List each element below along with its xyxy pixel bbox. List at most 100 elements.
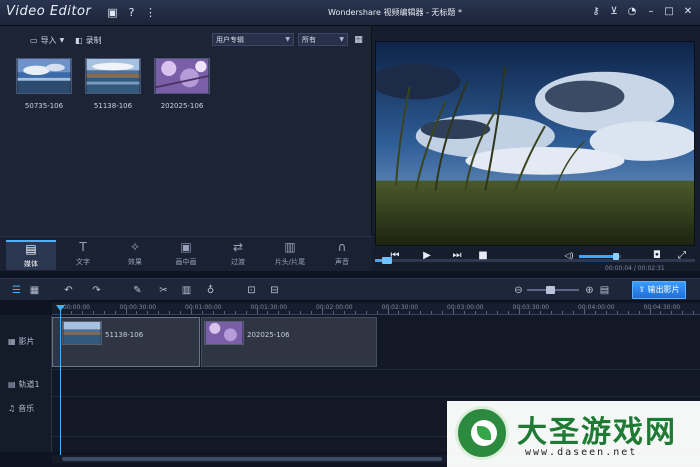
watermark-url: www.daseen.net xyxy=(525,447,638,458)
timeline-clip[interactable]: 51138-106 xyxy=(52,317,200,367)
zoom-handle[interactable] xyxy=(546,286,555,294)
volume-slider[interactable] xyxy=(579,253,621,260)
key-icon[interactable]: ⚷ xyxy=(590,6,602,18)
media-item-label: 51138-106 xyxy=(93,102,133,110)
zoom-slider[interactable] xyxy=(527,286,579,294)
volume-icon[interactable]: ◁) xyxy=(562,249,576,263)
playhead[interactable] xyxy=(60,308,61,458)
snapshot-icon[interactable]: ◘ xyxy=(650,249,664,263)
watermark: 大圣游戏网 www.daseen.net xyxy=(447,401,700,467)
ruler-tick xyxy=(169,311,171,314)
import-button[interactable]: ▭ 导入 ▼ xyxy=(30,35,64,46)
album-select[interactable]: 用户专辑 ▼ xyxy=(212,33,294,46)
next-frame-icon[interactable]: ⏭ xyxy=(450,249,464,263)
tab-text[interactable]: T 文字 xyxy=(58,240,108,270)
scrollbar-thumb[interactable] xyxy=(62,457,442,461)
filter-select[interactable]: 所有 ▼ xyxy=(298,33,348,46)
record-button[interactable]: ◧ 录制 xyxy=(75,35,102,46)
ruler-tick xyxy=(518,308,520,314)
ruler-tick xyxy=(474,311,476,314)
tab-label: 文字 xyxy=(76,258,90,266)
speed-icon[interactable]: ⊟ xyxy=(268,284,281,297)
ruler-tick xyxy=(81,311,83,314)
ruler-tick xyxy=(387,308,389,314)
overlay-lane[interactable] xyxy=(52,370,700,397)
help-icon[interactable]: ? xyxy=(125,6,138,19)
crop-icon[interactable]: ⊡ xyxy=(245,284,258,297)
menu-icon[interactable]: ⋮ xyxy=(144,6,157,19)
preview-video[interactable] xyxy=(375,41,695,246)
timecode: 00:00:04 / 00:02:31 xyxy=(605,265,665,272)
clip-thumbnail xyxy=(62,321,102,345)
ruler-tick xyxy=(234,311,236,314)
chat-icon[interactable]: ◔ xyxy=(626,6,638,18)
save-icon[interactable]: ▣ xyxy=(106,6,119,19)
microphone-icon[interactable]: ♁ xyxy=(204,284,217,297)
ruler-tick xyxy=(627,311,629,314)
delete-icon[interactable]: ▥ xyxy=(180,284,193,297)
close-icon[interactable]: ✕ xyxy=(682,6,694,18)
filter-select-value: 所有 xyxy=(302,36,316,44)
media-item[interactable]: 51138-106 xyxy=(83,58,143,110)
ruler-tick xyxy=(278,311,280,314)
ruler-tick xyxy=(638,311,640,314)
camera-icon: ◧ xyxy=(75,36,83,45)
media-item[interactable]: 50735-106 xyxy=(14,58,74,110)
clip-label: 51138-106 xyxy=(105,331,144,339)
tab-intro-credits[interactable]: ▥ 片头/片尾 xyxy=(265,240,315,270)
volume-level xyxy=(579,255,615,258)
ruler-tick xyxy=(70,311,72,314)
ruler-tick xyxy=(496,311,498,314)
track-label: 音乐 xyxy=(18,404,35,413)
fit-timeline-icon[interactable]: ▤ xyxy=(598,284,611,297)
tab-media[interactable]: ▤ 媒体 xyxy=(6,240,56,270)
grid-view-icon[interactable]: ▦ xyxy=(352,34,365,47)
ruler-tick xyxy=(605,311,607,314)
undo-icon[interactable]: ↶ xyxy=(62,284,75,297)
transition-icon: ⇄ xyxy=(232,240,244,254)
ruler-tick xyxy=(267,311,269,314)
minimize-icon[interactable]: – xyxy=(645,6,657,18)
chevron-down-icon: ▼ xyxy=(59,37,65,44)
ruler-tick xyxy=(332,311,334,314)
redo-icon[interactable]: ↷ xyxy=(90,284,103,297)
ruler-tick xyxy=(180,311,182,314)
timeline-toolbar: ☰ ▦ ↶ ↷ ✎ ✂ ▥ ♁ ⊡ ⊟ ⊖ ⊕ ▤ ⇪ 输出影片 xyxy=(0,278,700,301)
ruler-tick xyxy=(453,308,454,314)
edit-icon[interactable]: ✎ xyxy=(131,284,144,297)
media-thumbnail xyxy=(85,58,141,94)
media-item[interactable]: 202025-106 xyxy=(152,58,212,110)
tab-sound[interactable]: ∩ 声音 xyxy=(317,240,367,270)
tab-effects[interactable]: ✧ 效果 xyxy=(110,240,160,270)
chevron-down-icon: ▼ xyxy=(285,36,290,43)
export-button[interactable]: ⇪ 输出影片 xyxy=(632,281,686,299)
tab-pip[interactable]: ▣ 画中画 xyxy=(161,240,211,270)
zoom-in-icon[interactable]: ⊕ xyxy=(583,284,596,297)
ruler-tick xyxy=(463,311,465,314)
stop-icon[interactable]: ■ xyxy=(476,249,490,263)
zoom-out-icon[interactable]: ⊖ xyxy=(512,284,525,297)
timeline-ruler[interactable]: 00:00:00 00:00:30:00 00:01:00:00 00:01:30:0… xyxy=(52,303,700,315)
timeline-view-icon[interactable]: ☰ xyxy=(10,284,23,297)
ruler-tick xyxy=(289,311,291,314)
chevron-down-icon: ▼ xyxy=(339,36,344,43)
music-icon: ♫ xyxy=(8,404,16,413)
ruler-tick xyxy=(420,311,422,314)
play-icon[interactable]: ▶ xyxy=(420,249,434,263)
fullscreen-icon[interactable]: ⤢ xyxy=(675,249,689,263)
folder-icon: ▭ xyxy=(30,36,38,45)
previous-frame-icon[interactable]: ⏮ xyxy=(388,249,402,263)
timeline-clip[interactable]: 202025-106 xyxy=(201,317,377,367)
cart-icon[interactable]: ⊻ xyxy=(608,6,620,18)
ruler-tick xyxy=(529,311,531,314)
storyboard-view-icon[interactable]: ▦ xyxy=(28,284,41,297)
cut-icon[interactable]: ✂ xyxy=(157,284,170,297)
volume-handle[interactable] xyxy=(613,253,619,260)
ruler-tick xyxy=(649,308,651,314)
maximize-icon[interactable]: □ xyxy=(663,6,675,18)
record-label: 录制 xyxy=(85,36,102,45)
video-lane[interactable]: 51138-106 202025-106 xyxy=(52,315,700,370)
tab-transition[interactable]: ⇄ 过渡 xyxy=(213,240,263,270)
ruler-tick xyxy=(584,308,585,314)
media-library: ▭ 导入 ▼ ◧ 录制 用户专辑 ▼ 所有 ▼ ▦ 50735-106 5113… xyxy=(0,26,372,236)
